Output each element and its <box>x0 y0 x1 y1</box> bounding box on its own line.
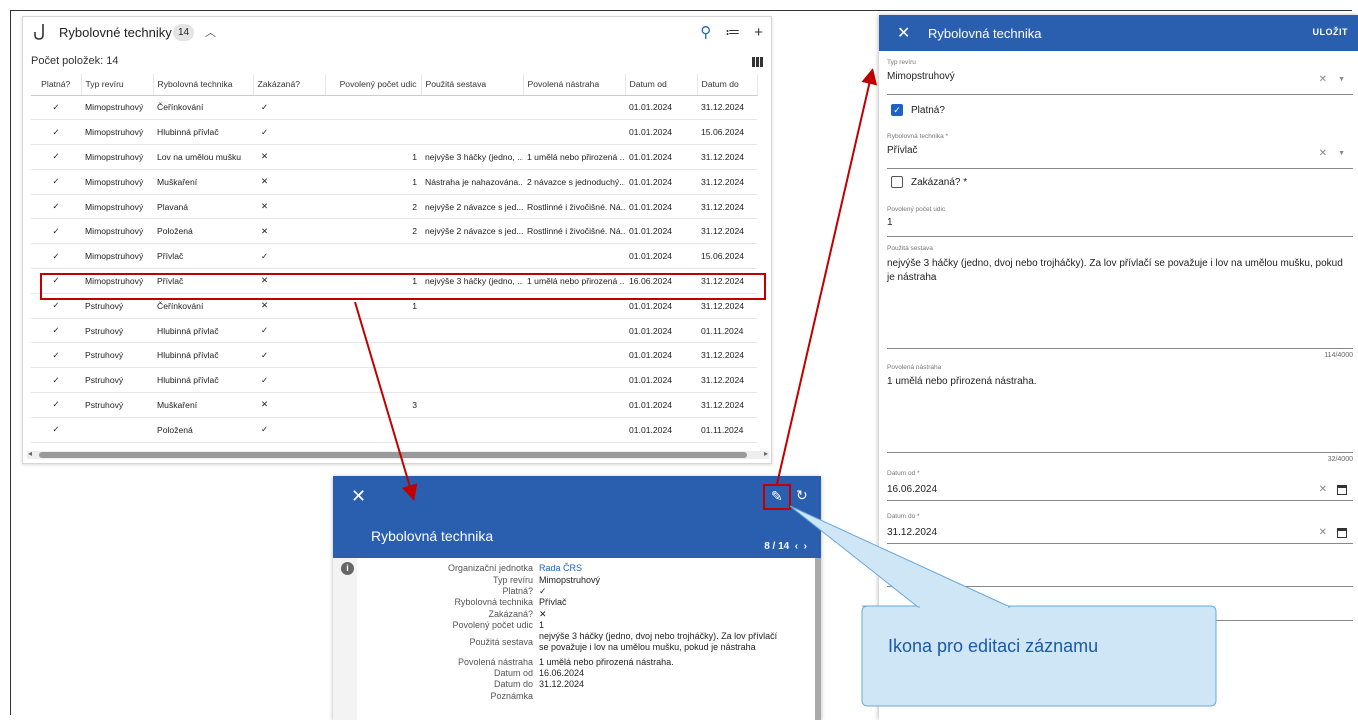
callout-text: Ikona pro editaci záznamu <box>888 636 1099 656</box>
arrow-to-detail <box>354 301 418 501</box>
arrow-to-edit <box>776 68 878 485</box>
callout-pointer <box>789 505 1011 608</box>
annotation-overlay <box>354 68 1217 707</box>
